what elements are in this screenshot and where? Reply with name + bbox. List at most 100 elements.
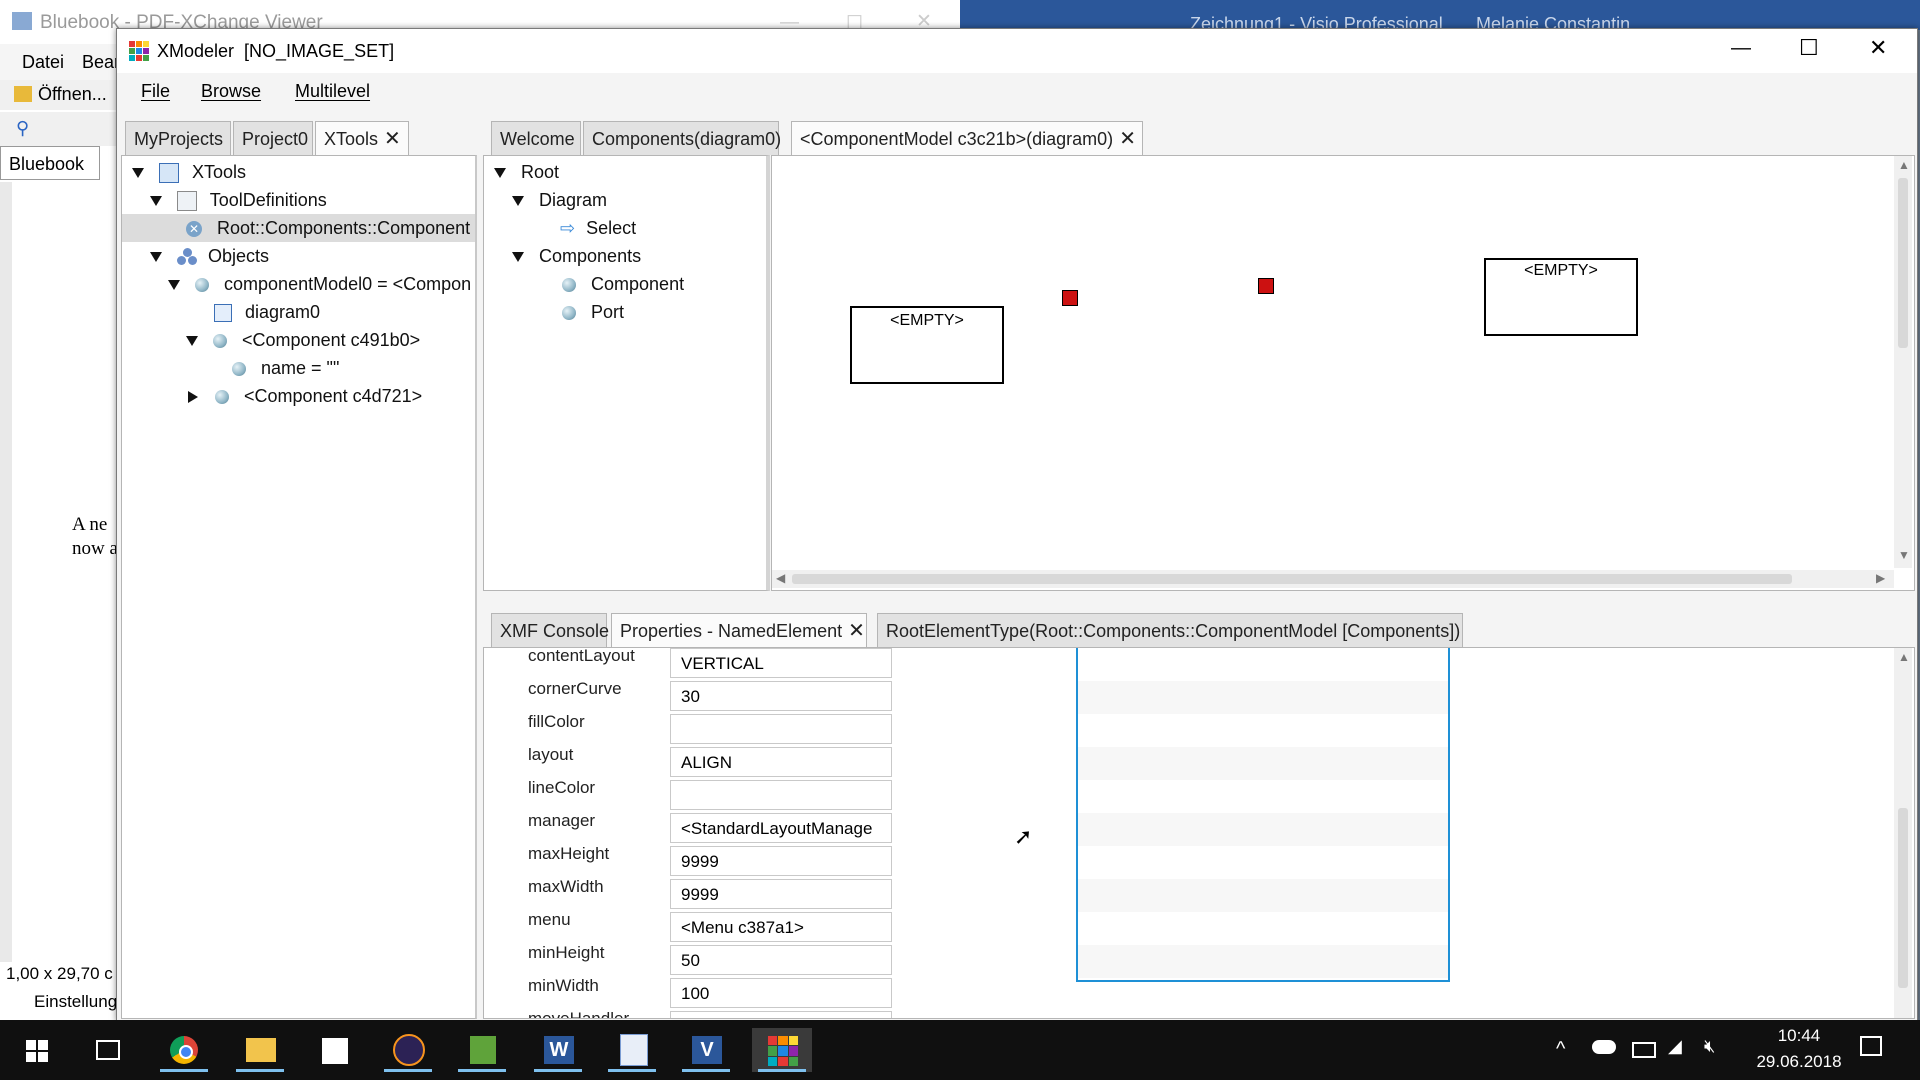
battery-icon[interactable] — [1632, 1042, 1656, 1058]
onedrive-icon[interactable] — [1592, 1040, 1616, 1054]
tooldefinitions-icon — [177, 191, 198, 212]
expand-triangle-icon[interactable] — [186, 336, 198, 347]
clock-date[interactable]: 29.06.2018 — [1750, 1052, 1848, 1072]
wifi-icon[interactable]: ◢ — [1668, 1036, 1682, 1057]
close-button[interactable]: ✕ — [1869, 35, 1887, 61]
folder-open-icon[interactable] — [14, 86, 32, 102]
volume-icon[interactable]: 🔇︎ — [1704, 1036, 1715, 1057]
chrome-icon[interactable] — [154, 1028, 214, 1072]
close-tab-icon[interactable]: ✕ — [1119, 128, 1136, 150]
action-center-icon[interactable] — [1860, 1036, 1882, 1056]
expand-triangle-icon[interactable] — [150, 252, 162, 263]
property-value-field[interactable]: 30 — [670, 681, 892, 711]
component-box-left[interactable]: <EMPTY> — [850, 306, 1004, 384]
pdf-xchange-icon[interactable] — [452, 1028, 512, 1072]
sticky-notes-icon[interactable] — [304, 1028, 364, 1072]
close-tab-icon[interactable]: ✕ — [848, 620, 865, 642]
palette-root[interactable]: Root — [494, 158, 559, 186]
property-value-field[interactable]: 9999 — [670, 846, 892, 876]
property-label: minWidth — [528, 976, 599, 995]
property-value-field[interactable] — [670, 714, 892, 744]
slot-values-list[interactable] — [1076, 648, 1450, 982]
palette-select-tool[interactable]: ⇨ Select — [560, 214, 636, 242]
maximize-button[interactable]: ☐ — [1799, 35, 1819, 61]
tree-row-component-c491b0[interactable]: <Component c491b0> — [186, 326, 420, 354]
tree-row-name-slot[interactable]: name = "" — [232, 354, 339, 382]
clock-time[interactable]: 10:44 — [1764, 1026, 1834, 1046]
scroll-down-arrow-icon[interactable]: ▼ — [1898, 548, 1910, 562]
tab-xtools[interactable]: XTools ✕ — [315, 121, 409, 155]
tree-row-objects[interactable]: Objects — [150, 242, 269, 270]
expand-triangle-icon[interactable] — [494, 168, 506, 179]
tree-row-diagram0[interactable]: diagram0 — [214, 298, 320, 326]
scrollbar-thumb[interactable] — [1898, 808, 1908, 988]
open-button[interactable]: Öffnen... — [38, 84, 107, 105]
tab-xmf-console[interactable]: XMF Console — [491, 613, 609, 647]
palette-diagram[interactable]: Diagram — [512, 186, 607, 214]
tree-row-component-c4d721[interactable]: <Component c4d721> — [188, 382, 422, 410]
property-value-field[interactable] — [670, 1011, 892, 1018]
property-value-field[interactable]: 50 — [670, 945, 892, 975]
property-value-field[interactable]: VERTICAL — [670, 648, 892, 678]
tab-project0[interactable]: Project0 — [233, 121, 313, 155]
scroll-left-arrow-icon[interactable]: ◀ — [776, 571, 785, 585]
property-value-field[interactable]: ALIGN — [670, 747, 892, 777]
palette-component-tool[interactable]: Component — [562, 270, 684, 298]
scroll-up-arrow-icon[interactable]: ▲ — [1898, 158, 1910, 172]
tab-welcome[interactable]: Welcome — [491, 121, 581, 155]
menu-browse[interactable]: Browse — [201, 81, 261, 102]
horizontal-scrollbar[interactable]: ◀ ▶ — [772, 570, 1894, 588]
tray-chevron-icon[interactable]: ^ — [1556, 1038, 1565, 1061]
close-tab-icon[interactable]: ✕ — [384, 128, 401, 150]
menu-file[interactable]: File — [141, 81, 170, 102]
file-explorer-icon[interactable] — [230, 1028, 290, 1072]
collapse-triangle-icon[interactable] — [188, 391, 198, 404]
port-square-1[interactable] — [1062, 290, 1078, 306]
menu-datei[interactable]: Datei — [22, 52, 64, 73]
tab-components-diagram0[interactable]: Components(diagram0) — [583, 121, 781, 155]
minimize-button[interactable]: — — [1731, 37, 1751, 60]
property-value-field[interactable]: <StandardLayoutManage — [670, 813, 892, 843]
property-label: layout — [528, 745, 574, 764]
scroll-right-arrow-icon[interactable]: ▶ — [1876, 571, 1885, 585]
expand-triangle-icon[interactable] — [512, 252, 524, 263]
zoom-icon[interactable]: ⚲ — [16, 118, 29, 139]
scroll-up-arrow-icon[interactable]: ▲ — [1898, 650, 1910, 664]
tab-myprojects[interactable]: MyProjects — [125, 121, 231, 155]
eclipse-icon[interactable] — [378, 1028, 438, 1072]
property-value-field[interactable]: 100 — [670, 978, 892, 1008]
property-value-field[interactable] — [670, 780, 892, 810]
xmodeler-icon[interactable] — [752, 1028, 812, 1072]
tree-row-xtools[interactable]: XTools — [132, 158, 246, 186]
tree-row-componentmodel0[interactable]: componentModel0 = <Compon — [168, 270, 471, 298]
properties-vertical-scrollbar[interactable]: ▲ — [1894, 648, 1912, 1018]
visio-icon[interactable]: V — [676, 1028, 736, 1072]
component-box-right[interactable]: <EMPTY> — [1484, 258, 1638, 336]
menu-multilevel[interactable]: Multilevel — [295, 81, 370, 102]
expand-triangle-icon[interactable] — [512, 196, 524, 207]
tree-row-component-tool[interactable]: ✕ Root::Components::Component — [186, 214, 470, 242]
expand-triangle-icon[interactable] — [168, 280, 180, 291]
pdf-icon[interactable] — [602, 1028, 662, 1072]
scrollbar-thumb[interactable] — [1898, 178, 1908, 348]
property-value-field[interactable]: 9999 — [670, 879, 892, 909]
port-square-2[interactable] — [1258, 278, 1274, 294]
palette-port-tool[interactable]: Port — [562, 298, 624, 326]
pdf-settings-button[interactable]: Einstellung — [34, 992, 117, 1012]
start-icon[interactable] — [6, 1028, 66, 1072]
tab-componentmodel-diagram0[interactable]: <ComponentModel c3c21b>(diagram0) ✕ — [791, 121, 1143, 155]
palette-components[interactable]: Components — [512, 242, 641, 270]
diagram-canvas[interactable]: <EMPTY> <EMPTY> ▲ ▼ ◀ ▶ — [771, 155, 1915, 591]
tab-properties[interactable]: Properties - NamedElement ✕ — [611, 613, 867, 647]
expand-triangle-icon[interactable] — [132, 168, 144, 179]
menu-bearbeiten[interactable]: Bear — [82, 52, 120, 73]
scrollbar-thumb[interactable] — [792, 574, 1792, 584]
tab-rootelementtype[interactable]: RootElementType(Root::Components::Compon… — [877, 613, 1463, 647]
task-view-icon[interactable] — [78, 1028, 138, 1072]
expand-triangle-icon[interactable] — [150, 196, 162, 207]
pdf-doc-tab[interactable]: Bluebook — [0, 146, 100, 180]
word-icon[interactable]: W — [528, 1028, 588, 1072]
tree-row-tooldefinitions[interactable]: ToolDefinitions — [150, 186, 327, 214]
vertical-scrollbar[interactable]: ▲ ▼ — [1894, 156, 1912, 568]
property-value-field[interactable]: <Menu c387a1> — [670, 912, 892, 942]
